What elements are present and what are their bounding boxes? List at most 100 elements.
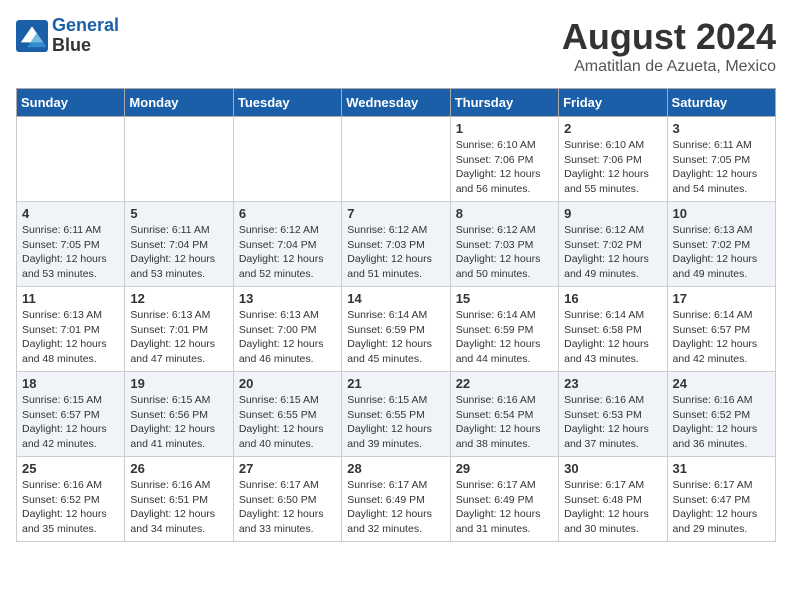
day-info: Sunrise: 6:15 AMSunset: 6:56 PMDaylight:… <box>130 393 227 452</box>
location: Amatitlan de Azueta, Mexico <box>562 58 776 76</box>
calendar-cell: 21 Sunrise: 6:15 AMSunset: 6:55 PMDayligh… <box>342 372 450 457</box>
calendar-cell: 13 Sunrise: 6:13 AMSunset: 7:00 PMDayligh… <box>233 287 341 372</box>
logo-text: General Blue <box>52 16 119 56</box>
calendar-cell: 19Sunrise: 6:15 AMSunset: 6:56 PMDayligh… <box>125 372 233 457</box>
day-info: Sunrise: 6:17 AMSunset: 6:48 PMDaylight:… <box>564 478 661 537</box>
day-info: Sunrise: 6:13 AMSunset: 7:00 PMDaylight:… <box>239 308 336 367</box>
day-number: 31 <box>673 461 770 476</box>
month-year: August 2024 <box>562 16 776 58</box>
calendar-cell: 22 Sunrise: 6:16 AMSunset: 6:54 PMDayligh… <box>450 372 558 457</box>
calendar-cell: 28 Sunrise: 6:17 AMSunset: 6:49 PMDayligh… <box>342 457 450 542</box>
col-header-tuesday: Tuesday <box>233 89 341 117</box>
day-number: 21 <box>347 376 444 391</box>
day-info: Sunrise: 6:10 AMSunset: 7:06 PMDaylight:… <box>564 138 661 197</box>
calendar-cell: 26 Sunrise: 6:16 AMSunset: 6:51 PMDayligh… <box>125 457 233 542</box>
calendar-cell: 1 Sunrise: 6:10 AMSunset: 7:06 PMDaylight… <box>450 117 558 202</box>
week-row-0: 1 Sunrise: 6:10 AMSunset: 7:06 PMDaylight… <box>17 117 776 202</box>
col-header-wednesday: Wednesday <box>342 89 450 117</box>
day-number: 3 <box>673 121 770 136</box>
calendar-cell <box>125 117 233 202</box>
calendar-cell: 12Sunrise: 6:13 AMSunset: 7:01 PMDayligh… <box>125 287 233 372</box>
day-info: Sunrise: 6:13 AMSunset: 7:02 PMDaylight:… <box>673 223 770 282</box>
week-row-3: 18 Sunrise: 6:15 AMSunset: 6:57 PMDayligh… <box>17 372 776 457</box>
title-block: August 2024 Amatitlan de Azueta, Mexico <box>562 16 776 76</box>
day-info: Sunrise: 6:15 AMSunset: 6:55 PMDaylight:… <box>239 393 336 452</box>
calendar-cell: 3 Sunrise: 6:11 AMSunset: 7:05 PMDaylight… <box>667 117 775 202</box>
day-info: Sunrise: 6:16 AMSunset: 6:51 PMDaylight:… <box>130 478 227 537</box>
logo-icon <box>16 20 48 52</box>
day-number: 10 <box>673 206 770 221</box>
day-number: 4 <box>22 206 119 221</box>
day-info: Sunrise: 6:13 AMSunset: 7:01 PMDaylight:… <box>22 308 119 367</box>
calendar-cell: 17Sunrise: 6:14 AMSunset: 6:57 PMDayligh… <box>667 287 775 372</box>
day-info: Sunrise: 6:15 AMSunset: 6:55 PMDaylight:… <box>347 393 444 452</box>
day-info: Sunrise: 6:12 AMSunset: 7:03 PMDaylight:… <box>456 223 553 282</box>
day-number: 30 <box>564 461 661 476</box>
calendar-cell: 23 Sunrise: 6:16 AMSunset: 6:53 PMDayligh… <box>559 372 667 457</box>
col-header-saturday: Saturday <box>667 89 775 117</box>
calendar-cell: 5 Sunrise: 6:11 AMSunset: 7:04 PMDaylight… <box>125 202 233 287</box>
day-number: 1 <box>456 121 553 136</box>
calendar-cell: 18 Sunrise: 6:15 AMSunset: 6:57 PMDayligh… <box>17 372 125 457</box>
calendar-cell: 31 Sunrise: 6:17 AMSunset: 6:47 PMDayligh… <box>667 457 775 542</box>
day-number: 2 <box>564 121 661 136</box>
calendar-cell: 6 Sunrise: 6:12 AMSunset: 7:04 PMDaylight… <box>233 202 341 287</box>
logo: General Blue <box>16 16 119 56</box>
day-info: Sunrise: 6:14 AMSunset: 6:59 PMDaylight:… <box>347 308 444 367</box>
day-info: Sunrise: 6:17 AMSunset: 6:47 PMDaylight:… <box>673 478 770 537</box>
day-info: Sunrise: 6:10 AMSunset: 7:06 PMDaylight:… <box>456 138 553 197</box>
day-number: 13 <box>239 291 336 306</box>
week-row-4: 25Sunrise: 6:16 AMSunset: 6:52 PMDayligh… <box>17 457 776 542</box>
calendar-cell: 11 Sunrise: 6:13 AMSunset: 7:01 PMDayligh… <box>17 287 125 372</box>
day-number: 18 <box>22 376 119 391</box>
day-number: 15 <box>456 291 553 306</box>
day-number: 22 <box>456 376 553 391</box>
day-number: 11 <box>22 291 119 306</box>
day-number: 6 <box>239 206 336 221</box>
day-info: Sunrise: 6:16 AMSunset: 6:54 PMDaylight:… <box>456 393 553 452</box>
day-number: 28 <box>347 461 444 476</box>
day-number: 14 <box>347 291 444 306</box>
day-info: Sunrise: 6:11 AMSunset: 7:05 PMDaylight:… <box>673 138 770 197</box>
col-header-thursday: Thursday <box>450 89 558 117</box>
day-number: 8 <box>456 206 553 221</box>
day-info: Sunrise: 6:17 AMSunset: 6:49 PMDaylight:… <box>347 478 444 537</box>
day-info: Sunrise: 6:14 AMSunset: 6:58 PMDaylight:… <box>564 308 661 367</box>
day-number: 24 <box>673 376 770 391</box>
day-info: Sunrise: 6:11 AMSunset: 7:05 PMDaylight:… <box>22 223 119 282</box>
day-info: Sunrise: 6:12 AMSunset: 7:03 PMDaylight:… <box>347 223 444 282</box>
col-header-friday: Friday <box>559 89 667 117</box>
day-info: Sunrise: 6:14 AMSunset: 6:57 PMDaylight:… <box>673 308 770 367</box>
day-info: Sunrise: 6:17 AMSunset: 6:49 PMDaylight:… <box>456 478 553 537</box>
day-info: Sunrise: 6:16 AMSunset: 6:53 PMDaylight:… <box>564 393 661 452</box>
calendar-cell: 15Sunrise: 6:14 AMSunset: 6:59 PMDayligh… <box>450 287 558 372</box>
day-number: 16 <box>564 291 661 306</box>
day-number: 5 <box>130 206 227 221</box>
calendar-cell: 24 Sunrise: 6:16 AMSunset: 6:52 PMDayligh… <box>667 372 775 457</box>
col-header-sunday: Sunday <box>17 89 125 117</box>
calendar-cell: 9 Sunrise: 6:12 AMSunset: 7:02 PMDaylight… <box>559 202 667 287</box>
day-info: Sunrise: 6:11 AMSunset: 7:04 PMDaylight:… <box>130 223 227 282</box>
calendar-cell <box>17 117 125 202</box>
day-number: 9 <box>564 206 661 221</box>
day-info: Sunrise: 6:12 AMSunset: 7:04 PMDaylight:… <box>239 223 336 282</box>
day-number: 26 <box>130 461 227 476</box>
day-info: Sunrise: 6:16 AMSunset: 6:52 PMDaylight:… <box>673 393 770 452</box>
calendar-cell: 30 Sunrise: 6:17 AMSunset: 6:48 PMDayligh… <box>559 457 667 542</box>
day-number: 20 <box>239 376 336 391</box>
day-info: Sunrise: 6:15 AMSunset: 6:57 PMDaylight:… <box>22 393 119 452</box>
day-number: 23 <box>564 376 661 391</box>
day-info: Sunrise: 6:17 AMSunset: 6:50 PMDaylight:… <box>239 478 336 537</box>
day-number: 7 <box>347 206 444 221</box>
calendar-cell: 16 Sunrise: 6:14 AMSunset: 6:58 PMDayligh… <box>559 287 667 372</box>
day-info: Sunrise: 6:16 AMSunset: 6:52 PMDaylight:… <box>22 478 119 537</box>
calendar-cell <box>342 117 450 202</box>
header-row: SundayMondayTuesdayWednesdayThursdayFrid… <box>17 89 776 117</box>
day-info: Sunrise: 6:12 AMSunset: 7:02 PMDaylight:… <box>564 223 661 282</box>
calendar-cell: 27Sunrise: 6:17 AMSunset: 6:50 PMDayligh… <box>233 457 341 542</box>
calendar-cell: 29Sunrise: 6:17 AMSunset: 6:49 PMDayligh… <box>450 457 558 542</box>
calendar-cell: 8 Sunrise: 6:12 AMSunset: 7:03 PMDaylight… <box>450 202 558 287</box>
calendar-cell: 25Sunrise: 6:16 AMSunset: 6:52 PMDayligh… <box>17 457 125 542</box>
day-number: 12 <box>130 291 227 306</box>
page-header: General Blue August 2024 Amatitlan de Az… <box>16 16 776 76</box>
